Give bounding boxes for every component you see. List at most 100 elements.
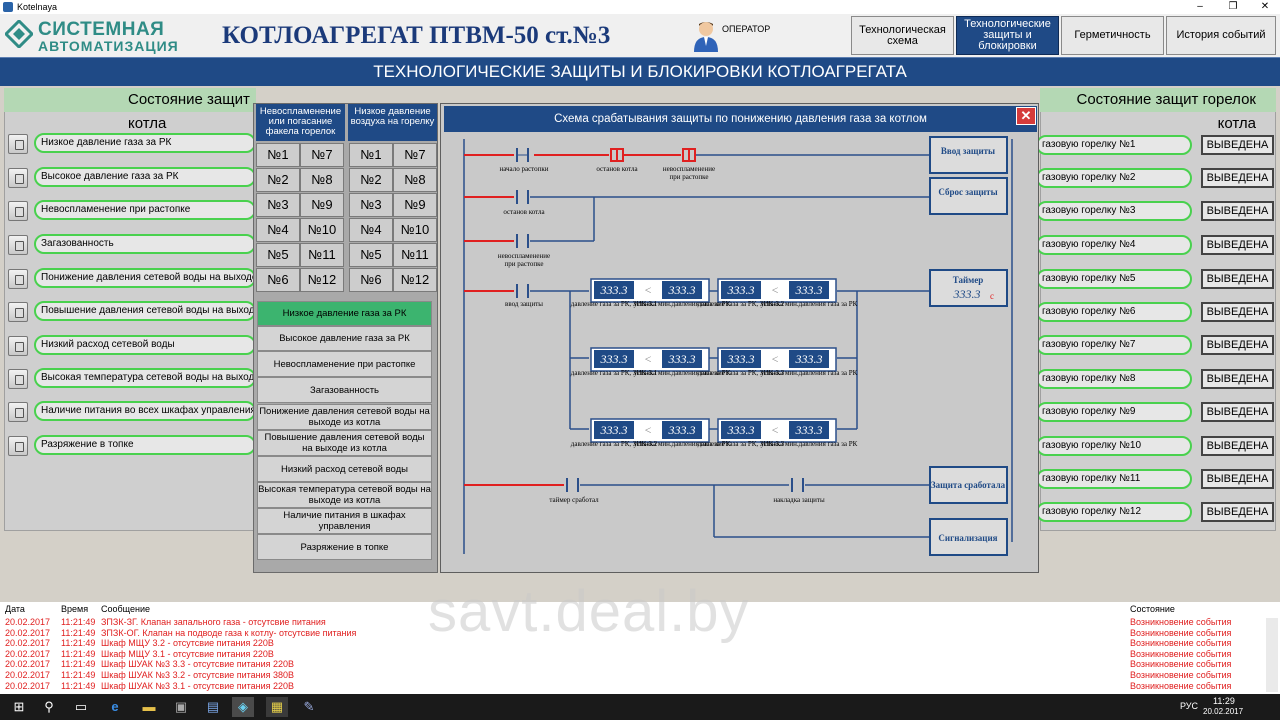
protection-select-button[interactable]: Низкое давление газа за РК [257,301,432,326]
log-header-date: Дата [5,604,25,614]
flame-burner-button[interactable]: №5 [256,243,300,267]
kotelnaya-app-icon[interactable]: ▦ [266,697,288,717]
tool-app-icon[interactable]: ✎ [298,697,320,717]
maximize-button[interactable]: ❐ [1218,0,1248,14]
log-cell-state: Возникновение события [1130,617,1232,627]
burner-status-button[interactable]: ВЫВЕДЕНА [1201,269,1274,289]
air-burner-button[interactable]: №5 [349,243,393,267]
burner-status-button[interactable]: ВЫВЕДЕНА [1201,168,1274,188]
protection-select-button[interactable]: Понижение давления сетевой воды на выход… [257,404,432,430]
lock-icon[interactable] [8,269,28,289]
log-cell-msg: Шкаф МЩУ 3.1 - отсутсвие питания 220В [101,648,274,659]
contact-no-ignition-2 [516,234,529,248]
svg-text:<: < [645,423,652,437]
boiler-protection-label: Разряжение в топке [34,435,256,455]
lock-icon[interactable] [8,402,28,422]
log-cell-date: 20.02.2017 [5,648,51,659]
clock-time[interactable]: 11:29 [1213,696,1235,706]
log-scrollbar[interactable] [1266,618,1278,692]
clock-date[interactable]: 20.02.2017 [1203,707,1243,716]
file-explorer-icon[interactable]: ▬ [138,697,160,717]
close-window-button[interactable]: ✕ [1250,0,1280,14]
lock-icon[interactable] [8,201,28,221]
flame-burner-button[interactable]: №7 [300,143,344,167]
burner-status-button[interactable]: ВЫВЕДЕНА [1201,402,1274,422]
nav-event-history-button[interactable]: История событий [1166,16,1276,55]
log-cell-msg: ЗПЗК-ОГ. Клапан на подводе газа к котлу-… [101,627,357,638]
boiler-protection-label: Повышение давления сетевой воды на выход… [34,301,256,321]
lock-icon[interactable] [8,336,28,356]
flame-burner-button[interactable]: №12 [300,268,344,292]
flame-burner-button[interactable]: №11 [300,243,344,267]
protection-select-button[interactable]: Загазованность [257,377,432,403]
burner-status-button[interactable]: ВЫВЕДЕНА [1201,436,1274,456]
app-header: СИСТЕМНАЯ АВТОМАТИЗАЦИЯ КОТЛОАГРЕГАТ ПТВ… [0,14,1280,57]
minimize-button[interactable]: – [1185,0,1215,14]
scada-app-icon[interactable]: ◈ [232,697,254,717]
boiler-protection-label: Невоспламенение при растопке [34,200,256,220]
protection-select-button[interactable]: Высокая температура сетевой воды на выхо… [257,482,432,508]
save-app-icon[interactable]: ▤ [202,697,224,717]
lock-icon[interactable] [8,436,28,456]
edge-browser-icon[interactable]: e [104,697,126,717]
flame-burner-button[interactable]: №2 [256,168,300,192]
lock-icon[interactable] [8,369,28,389]
air-burner-button[interactable]: №12 [393,268,437,292]
nav-tech-scheme-button[interactable]: Технологическая схема [851,16,954,55]
protection-select-button[interactable]: Разряжение в топке [257,534,432,560]
air-burner-button[interactable]: №10 [393,218,437,242]
burner-status-button[interactable]: ВЫВЕДЕНА [1201,469,1274,489]
air-burner-button[interactable]: №9 [393,193,437,217]
air-burner-button[interactable]: №7 [393,143,437,167]
svg-text:333.3: 333.3 [668,423,696,437]
svg-text:333.3: 333.3 [600,423,628,437]
block-protection-tripped: Защита сработала [929,466,1008,504]
air-burner-button[interactable]: №1 [349,143,393,167]
protection-select-button[interactable]: Низкий расход сетевой воды [257,456,432,482]
keyboard-language[interactable]: РУС [1180,701,1198,711]
app-icon [3,2,13,12]
burner-status-button[interactable]: ВЫВЕДЕНА [1201,135,1274,155]
air-burner-button[interactable]: №8 [393,168,437,192]
search-icon[interactable]: ⚲ [38,697,60,717]
flame-burner-button[interactable]: №1 [256,143,300,167]
air-burner-button[interactable]: №4 [349,218,393,242]
boiler-protection-label: Загазованность [34,234,256,254]
burner-status-button[interactable]: ВЫВЕДЕНА [1201,502,1274,522]
burner-status-button[interactable]: ВЫВЕДЕНА [1201,302,1274,322]
start-icon[interactable]: ⊞ [8,697,30,717]
air-burner-button[interactable]: №3 [349,193,393,217]
close-scheme-button[interactable]: ✕ [1016,107,1036,125]
protection-select-button[interactable]: Невоспламенение при растопке [257,351,432,377]
protection-select-button[interactable]: Наличие питания в шкафах управления [257,508,432,534]
lock-icon[interactable] [8,134,28,154]
air-burner-button[interactable]: №6 [349,268,393,292]
task-view-icon[interactable]: ▭ [70,697,92,717]
label-enable: ввод защиты [505,300,543,308]
window-title: Kotelnaya [17,2,58,12]
svg-text:333.3: 333.3 [795,283,823,297]
flame-burner-button[interactable]: №8 [300,168,344,192]
air-burner-button[interactable]: №2 [349,168,393,192]
svg-text:<: < [645,283,652,297]
operator-user[interactable]: ОПЕРАТОР [693,18,813,54]
protection-select-button[interactable]: Повышение давления сетевой воды на выход… [257,430,432,456]
burner-status-button[interactable]: ВЫВЕДЕНА [1201,201,1274,221]
burner-status-button[interactable]: ВЫВЕДЕНА [1201,235,1274,255]
burner-status-button[interactable]: ВЫВЕДЕНА [1201,369,1274,389]
nav-tightness-button[interactable]: Герметичность [1061,16,1164,55]
nav-protections-button[interactable]: Технологические защиты и блокировки [956,16,1059,55]
flame-burner-button[interactable]: №4 [256,218,300,242]
app-icon-1[interactable]: ▣ [170,697,192,717]
lock-icon[interactable] [8,235,28,255]
flame-burner-button[interactable]: №9 [300,193,344,217]
protection-select-button[interactable]: Высокое давление газа за РК [257,326,432,351]
air-burner-button[interactable]: №11 [393,243,437,267]
lock-icon[interactable] [8,302,28,322]
flame-burner-button[interactable]: №3 [256,193,300,217]
lock-icon[interactable] [8,168,28,188]
boiler-protection-label: Высокое давление газа за РК [34,167,256,187]
flame-burner-button[interactable]: №10 [300,218,344,242]
burner-status-button[interactable]: ВЫВЕДЕНА [1201,335,1274,355]
flame-burner-button[interactable]: №6 [256,268,300,292]
